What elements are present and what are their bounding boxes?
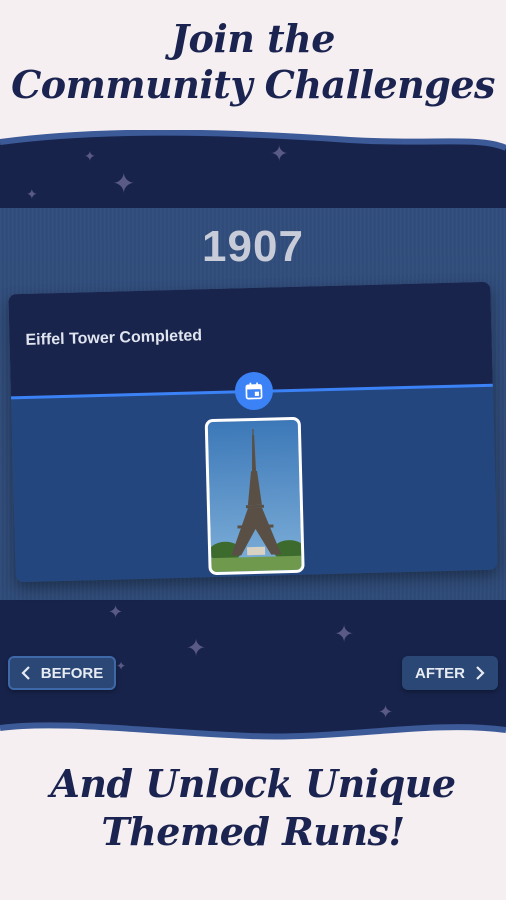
headline-bottom-line1: And Unlock Unique bbox=[50, 761, 456, 806]
after-button[interactable]: AFTER bbox=[402, 656, 498, 690]
chevron-right-icon bbox=[475, 666, 485, 680]
before-button-label: BEFORE bbox=[40, 664, 104, 682]
headline-top: Join the Community Challenges bbox=[0, 16, 506, 108]
headline-bottom-line2: Themed Runs! bbox=[101, 809, 405, 854]
sparkle-icon: ✦ bbox=[26, 187, 38, 203]
eiffel-tower-photo[interactable] bbox=[204, 416, 305, 576]
headline-top-line2: Community Challenges bbox=[11, 62, 495, 107]
calendar-icon bbox=[245, 382, 263, 400]
eiffel-tower-illustration bbox=[209, 428, 305, 573]
event-card[interactable]: Eiffel Tower Completed bbox=[8, 281, 498, 583]
after-button-label: AFTER bbox=[415, 664, 465, 682]
before-button[interactable]: BEFORE bbox=[8, 656, 116, 690]
sparkle-icon: ✦ bbox=[116, 659, 127, 673]
sparkle-icon: ✦ bbox=[112, 167, 136, 200]
sparkle-icon: ✦ bbox=[334, 620, 355, 648]
chevron-left-icon bbox=[21, 666, 31, 680]
headline-top-line1: Join the bbox=[171, 16, 335, 61]
sparkle-icon: ✦ bbox=[108, 602, 124, 623]
year-heading: 1907 bbox=[202, 222, 304, 271]
sparkle-icon: ✦ bbox=[84, 149, 96, 165]
headline-bottom: And Unlock Unique Themed Runs! bbox=[0, 760, 506, 856]
sparkle-icon: ✦ bbox=[378, 702, 394, 723]
sparkle-icon: ✦ bbox=[186, 634, 207, 662]
sparkle-icon: ✦ bbox=[270, 142, 289, 167]
